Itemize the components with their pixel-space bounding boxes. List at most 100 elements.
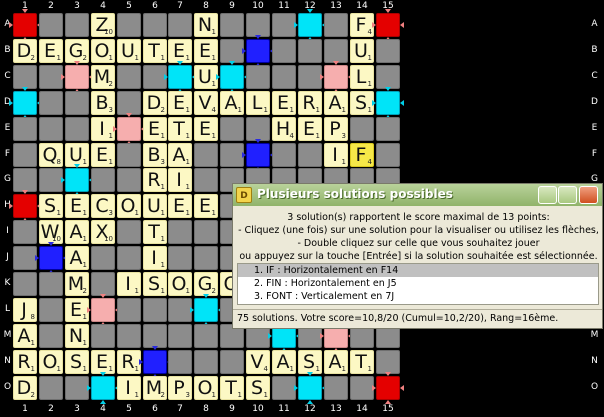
board-square[interactable]: [117, 13, 141, 37]
board-square[interactable]: [117, 143, 141, 167]
double-letter-square[interactable]: [13, 91, 37, 115]
board-square[interactable]: [117, 168, 141, 192]
board-square[interactable]: [39, 298, 63, 322]
board-square[interactable]: [91, 272, 115, 296]
board-square[interactable]: [39, 272, 63, 296]
solution-item-3[interactable]: 3. FONT : Verticalement en 7J: [238, 290, 598, 303]
board-square[interactable]: [350, 376, 374, 400]
board-square[interactable]: [91, 324, 115, 348]
board-square[interactable]: [13, 143, 37, 167]
board-square[interactable]: [39, 324, 63, 348]
board-square[interactable]: [168, 298, 192, 322]
solution-item-2[interactable]: 2. FIN : Horizontalement en J5: [238, 277, 598, 290]
board-square[interactable]: [13, 272, 37, 296]
double-word-square[interactable]: [65, 65, 89, 89]
double-letter-square[interactable]: [376, 91, 400, 115]
triple-word-square[interactable]: [376, 13, 400, 37]
board-square[interactable]: [65, 117, 89, 141]
board-square[interactable]: [13, 117, 37, 141]
board-square[interactable]: [246, 117, 270, 141]
double-word-square[interactable]: [117, 117, 141, 141]
board-square[interactable]: [272, 13, 296, 37]
triple-letter-square[interactable]: [246, 39, 270, 63]
board-square[interactable]: [194, 350, 218, 374]
board-square[interactable]: [13, 65, 37, 89]
board-square[interactable]: [376, 117, 400, 141]
board-square[interactable]: [91, 246, 115, 270]
board-square[interactable]: [168, 13, 192, 37]
board-square[interactable]: [194, 246, 218, 270]
board-square[interactable]: [39, 65, 63, 89]
board-square[interactable]: [194, 143, 218, 167]
double-letter-square[interactable]: [220, 65, 244, 89]
board-square[interactable]: [117, 324, 141, 348]
triple-letter-square[interactable]: [39, 246, 63, 270]
board-square[interactable]: [143, 13, 167, 37]
board-square[interactable]: [376, 65, 400, 89]
board-square[interactable]: [272, 65, 296, 89]
solution-item-1[interactable]: 1. IF : Horizontalement en F14: [238, 264, 598, 277]
board-square[interactable]: [39, 91, 63, 115]
triple-word-square[interactable]: [13, 194, 37, 218]
board-square[interactable]: [143, 298, 167, 322]
board-square[interactable]: [117, 298, 141, 322]
board-square[interactable]: [143, 324, 167, 348]
board-square[interactable]: [324, 13, 348, 37]
board-square[interactable]: [376, 143, 400, 167]
board-square[interactable]: [168, 324, 192, 348]
board-square[interactable]: [13, 168, 37, 192]
double-letter-square[interactable]: [194, 298, 218, 322]
board-square[interactable]: [324, 376, 348, 400]
triple-letter-square[interactable]: [143, 350, 167, 374]
double-letter-square[interactable]: [168, 65, 192, 89]
board-square[interactable]: [298, 143, 322, 167]
board-square[interactable]: [272, 143, 296, 167]
triple-word-square[interactable]: [13, 13, 37, 37]
board-square[interactable]: [65, 91, 89, 115]
board-square[interactable]: [376, 39, 400, 63]
board-square[interactable]: [246, 13, 270, 37]
board-square[interactable]: [39, 13, 63, 37]
board-square[interactable]: [350, 117, 374, 141]
board-square[interactable]: [220, 39, 244, 63]
board-square[interactable]: [168, 350, 192, 374]
board-square[interactable]: [13, 220, 37, 244]
dialog-title-bar[interactable]: D Plusieurs solutions possibles: [233, 184, 602, 206]
board-square[interactable]: [298, 39, 322, 63]
minimize-button[interactable]: [538, 186, 557, 204]
board-square[interactable]: [272, 376, 296, 400]
board-square[interactable]: [117, 220, 141, 244]
board-square[interactable]: [65, 376, 89, 400]
double-word-square[interactable]: [91, 298, 115, 322]
board-square[interactable]: [168, 220, 192, 244]
board-square[interactable]: [168, 246, 192, 270]
double-word-square[interactable]: [324, 65, 348, 89]
board-square[interactable]: [117, 91, 141, 115]
double-letter-square[interactable]: [298, 13, 322, 37]
double-letter-square[interactable]: [65, 168, 89, 192]
board-square[interactable]: [13, 246, 37, 270]
board-square[interactable]: [194, 220, 218, 244]
board-square[interactable]: [117, 246, 141, 270]
board-square[interactable]: [39, 117, 63, 141]
board-square[interactable]: [298, 65, 322, 89]
board-square[interactable]: [220, 117, 244, 141]
board-square[interactable]: [220, 143, 244, 167]
board-square[interactable]: [246, 65, 270, 89]
solutions-list[interactable]: 1. IF : Horizontalement en F14 2. FIN : …: [237, 263, 599, 305]
close-button[interactable]: [579, 186, 598, 204]
board-square[interactable]: [194, 324, 218, 348]
board-square[interactable]: [39, 376, 63, 400]
double-letter-square[interactable]: [298, 376, 322, 400]
double-letter-square[interactable]: [91, 376, 115, 400]
maximize-button[interactable]: [558, 186, 577, 204]
board-square[interactable]: [324, 39, 348, 63]
triple-letter-square[interactable]: [246, 143, 270, 167]
board-square[interactable]: [376, 350, 400, 374]
board-square[interactable]: [272, 39, 296, 63]
board-square[interactable]: [39, 168, 63, 192]
board-square[interactable]: [220, 13, 244, 37]
triple-word-square[interactable]: [376, 376, 400, 400]
board-square[interactable]: [91, 168, 115, 192]
board-square[interactable]: [220, 350, 244, 374]
